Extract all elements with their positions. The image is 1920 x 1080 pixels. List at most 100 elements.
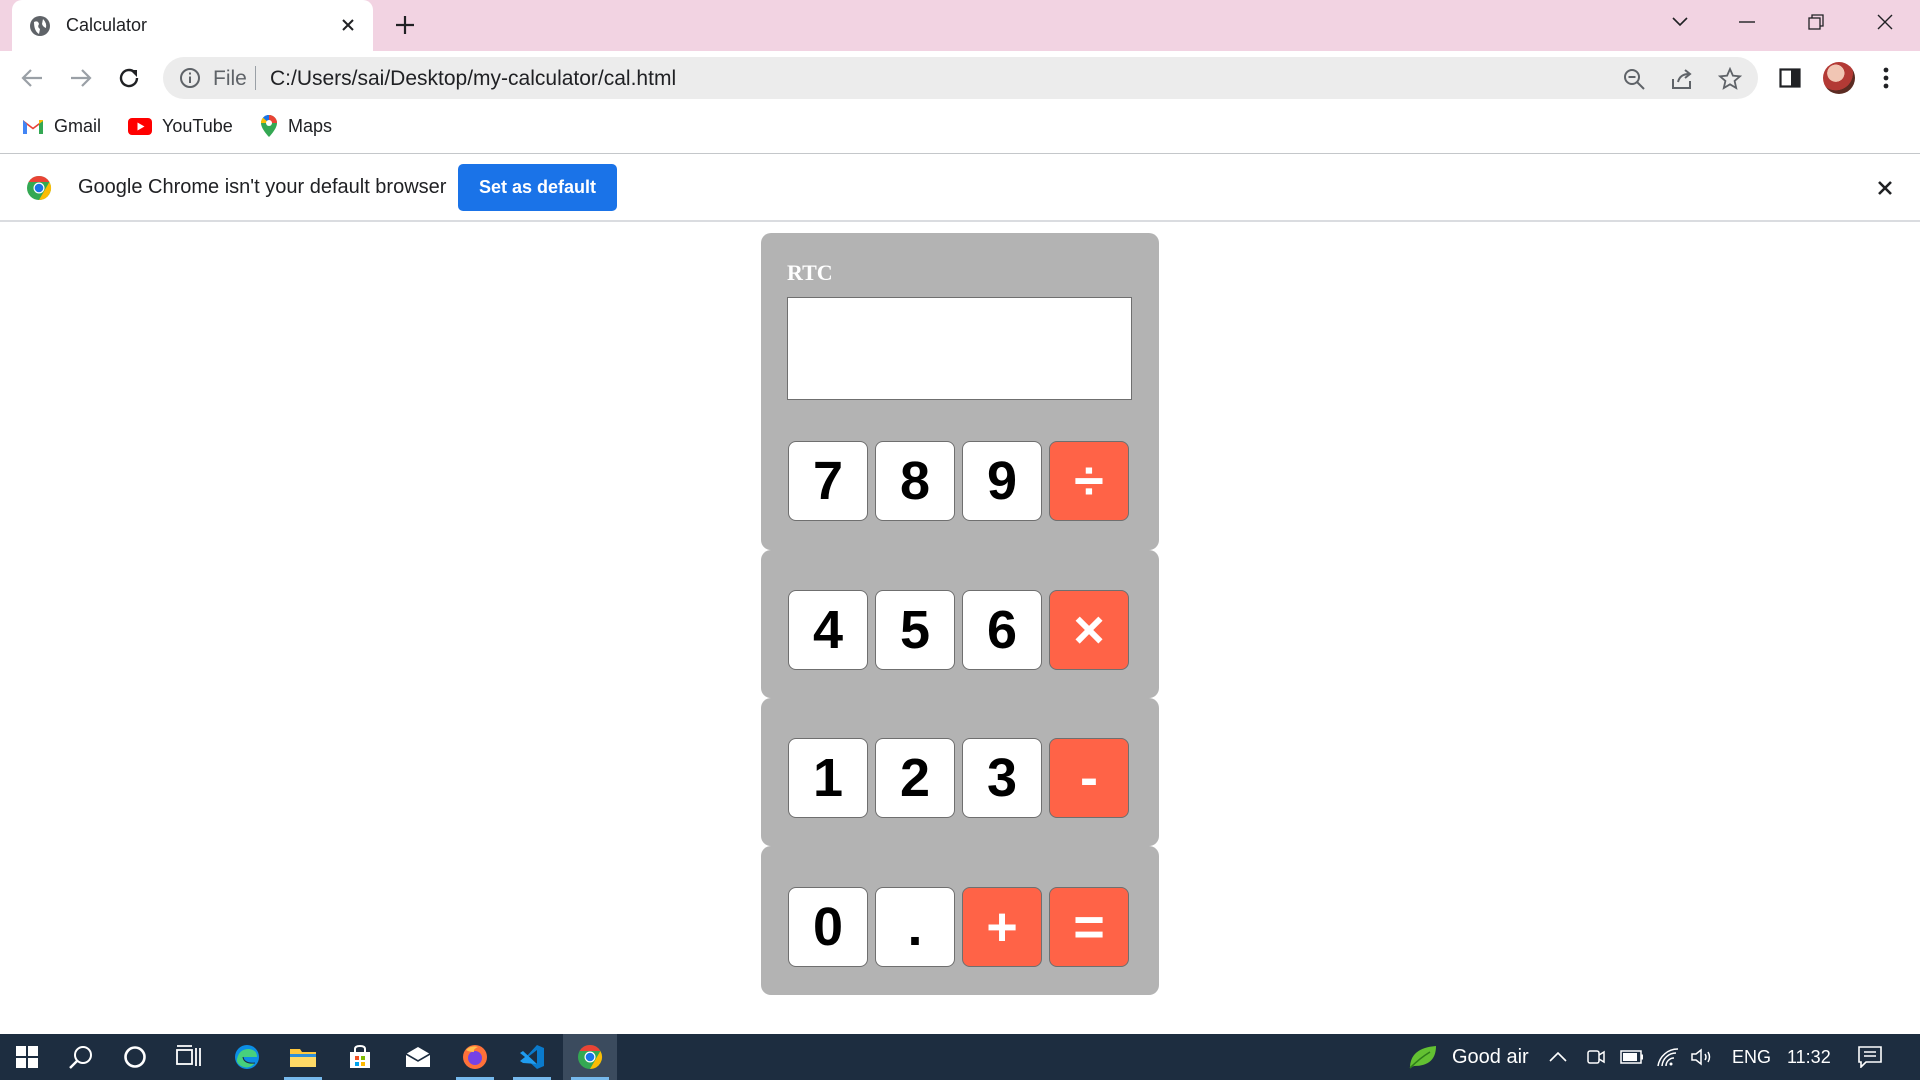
keypad-row-1: 7 8 9 ÷ [788, 441, 1129, 521]
globe-icon [30, 16, 50, 36]
address-bar[interactable]: File C:/Users/sai/Desktop/my-calculator/… [163, 57, 1758, 99]
calculator-row-panel-3: 1 2 3 - [761, 698, 1159, 846]
zoom-button[interactable] [1620, 65, 1648, 93]
taskbar-firefox[interactable] [448, 1034, 502, 1080]
key-4[interactable]: 4 [788, 590, 868, 670]
key-8[interactable]: 8 [875, 441, 955, 521]
restore-icon [1808, 14, 1824, 30]
key-0[interactable]: 0 [788, 887, 868, 967]
taskbar-edge[interactable] [220, 1034, 274, 1080]
reload-icon [119, 68, 139, 88]
bookmark-maps[interactable]: Maps [260, 113, 332, 139]
taskbar-store[interactable] [333, 1034, 387, 1080]
taskbar-file-explorer[interactable] [276, 1034, 330, 1080]
forward-button[interactable] [65, 62, 97, 94]
edge-icon [235, 1045, 259, 1069]
tab-close-icon[interactable] [335, 12, 361, 38]
calculator-display[interactable] [787, 297, 1132, 400]
url-text[interactable]: C:/Users/sai/Desktop/my-calculator/cal.h… [270, 67, 676, 91]
profile-avatar[interactable] [1823, 62, 1855, 94]
url-scheme: File [213, 67, 247, 90]
tab-title: Calculator [66, 15, 148, 35]
infobar-message: Google Chrome isn't your default browser [78, 176, 447, 198]
firefox-icon [463, 1045, 487, 1069]
tab-calculator[interactable]: Calculator [12, 0, 373, 51]
bookmark-button[interactable] [1716, 65, 1744, 93]
key-9[interactable]: 9 [962, 441, 1042, 521]
taskbar-vscode[interactable] [505, 1034, 559, 1080]
chrome-logo-icon [27, 176, 52, 200]
key-add[interactable]: + [962, 887, 1042, 967]
menu-button[interactable] [1870, 62, 1902, 94]
taskbar-search-button[interactable] [54, 1034, 108, 1080]
key-6[interactable]: 6 [962, 590, 1042, 670]
task-view-button[interactable] [162, 1034, 216, 1080]
star-icon [1718, 67, 1742, 90]
clock-time[interactable]: 11:32 [1787, 1047, 1831, 1068]
windows-logo-icon [16, 1046, 38, 1068]
bookmark-gmail[interactable]: Gmail [22, 113, 101, 139]
taskbar: Good air ENG 11:32 [0, 1034, 1920, 1080]
zoom-out-icon [1624, 69, 1645, 90]
calculator-title: RTC [787, 260, 833, 285]
battery-icon[interactable] [1620, 1045, 1644, 1069]
cortana-icon [124, 1046, 146, 1068]
volume-icon[interactable] [1690, 1045, 1714, 1069]
wifi-icon[interactable] [1656, 1045, 1680, 1069]
weather-leaf-icon[interactable] [1408, 1045, 1438, 1069]
new-tab-button[interactable] [390, 10, 420, 40]
plus-icon [396, 16, 414, 34]
key-subtract[interactable]: - [1049, 738, 1129, 818]
language-indicator[interactable]: ENG [1732, 1047, 1771, 1068]
more-vertical-icon [1883, 67, 1889, 89]
close-icon [1877, 14, 1893, 30]
minimize-icon [1739, 21, 1755, 23]
arrow-left-icon [21, 69, 42, 87]
start-button[interactable] [0, 1034, 54, 1080]
chevron-up-icon [1549, 1052, 1567, 1062]
info-icon[interactable] [179, 67, 201, 89]
taskbar-chrome[interactable] [563, 1034, 617, 1080]
side-panel-button[interactable] [1774, 62, 1806, 94]
gmail-icon [23, 119, 43, 134]
key-1[interactable]: 1 [788, 738, 868, 818]
meet-now-icon[interactable] [1584, 1045, 1608, 1069]
arrow-right-icon [71, 69, 92, 87]
share-button[interactable] [1668, 65, 1696, 93]
back-button[interactable] [16, 62, 48, 94]
calculator-top-panel: RTC 7 8 9 ÷ [761, 233, 1159, 550]
bookmark-label: Gmail [54, 115, 102, 136]
bookmark-youtube[interactable]: YouTube [128, 113, 233, 139]
chrome-icon [578, 1045, 603, 1069]
taskbar-mail[interactable] [391, 1034, 445, 1080]
key-5[interactable]: 5 [875, 590, 955, 670]
notifications-icon[interactable] [1858, 1045, 1882, 1069]
key-multiply[interactable]: × [1049, 590, 1129, 670]
chevron-down-icon [1672, 17, 1688, 27]
minimize-button[interactable] [1727, 6, 1767, 38]
youtube-icon [128, 117, 152, 135]
key-3[interactable]: 3 [962, 738, 1042, 818]
weather-status[interactable]: Good air [1452, 1046, 1529, 1069]
cortana-button[interactable] [108, 1034, 162, 1080]
reload-button[interactable] [113, 62, 145, 94]
store-icon [350, 1044, 370, 1068]
bookmark-label: Maps [288, 115, 333, 136]
folder-icon [290, 1049, 316, 1067]
tab-search-button[interactable] [1660, 6, 1700, 38]
set-as-default-button[interactable]: Set as default [458, 164, 617, 211]
restore-button[interactable] [1796, 6, 1836, 38]
share-icon [1672, 69, 1692, 89]
key-divide[interactable]: ÷ [1049, 441, 1129, 521]
key-equals[interactable]: = [1049, 887, 1129, 967]
key-2[interactable]: 2 [875, 738, 955, 818]
key-decimal[interactable]: . [875, 887, 955, 967]
default-browser-infobar: Google Chrome isn't your default browser… [0, 154, 1920, 222]
infobar-close-icon[interactable] [1870, 173, 1900, 203]
close-window-button[interactable] [1865, 6, 1905, 38]
vscode-icon [520, 1045, 544, 1069]
show-hidden-icons-button[interactable] [1546, 1045, 1570, 1069]
tab-strip: Calculator [0, 0, 1920, 51]
key-7[interactable]: 7 [788, 441, 868, 521]
mail-icon [405, 1047, 431, 1067]
